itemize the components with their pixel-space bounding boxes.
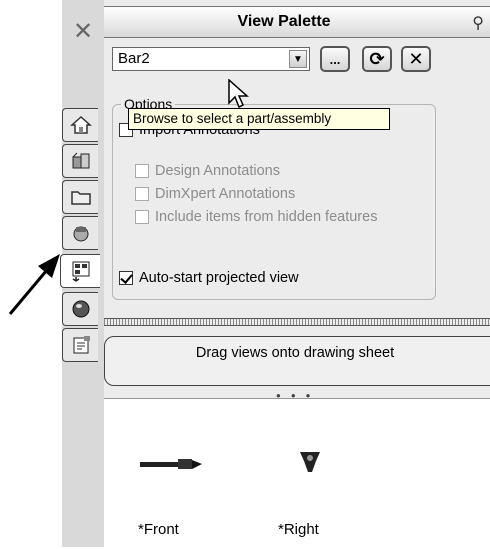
appearance-icon [73,226,88,242]
properties-icon [73,336,90,354]
view-item-front[interactable]: *Front [134,439,224,549]
task-pane-tab-strip: ✕ [60,0,105,547]
view-label-right: *Right [278,521,319,538]
design-annotations-checkbox [135,164,149,178]
tab-file-explorer[interactable] [62,180,98,214]
panel-title: View Palette [237,13,331,30]
chevron-down-icon[interactable]: ▼ [289,50,307,68]
auto-start-option[interactable]: Auto-start projected view [119,270,299,286]
pointer-arrow-icon [8,254,60,315]
close-task-pane-icon[interactable]: ✕ [70,17,96,45]
options-group: Options Import Annotations Design Annota… [112,96,436,300]
tab-view-palette[interactable] [60,254,100,288]
panel-splitter[interactable] [104,318,490,326]
dimxpert-annotations-checkbox [135,187,149,201]
tab-scenes[interactable] [62,292,98,326]
tab-design-library[interactable] [62,144,98,178]
auto-start-label: Auto-start projected view [139,270,299,286]
document-select-value: Bar2 [118,50,150,67]
browse-button[interactable]: ... [320,46,350,72]
view-palette-panel: View Palette ⚲ Bar2 ▼ ... ⟳ ✕ Options Im… [104,0,490,548]
refresh-button[interactable]: ⟳ [362,46,392,72]
auto-start-checkbox[interactable] [119,271,133,285]
dimxpert-annotations-label: DimXpert Annotations [155,186,296,202]
drag-message: Drag views onto drawing sheet [195,345,395,361]
view-palette-icon [72,261,89,282]
pin-icon[interactable]: ⚲ [472,13,484,33]
hidden-features-checkbox [135,210,149,224]
scene-sphere-icon [72,300,89,318]
panel-titlebar: View Palette ⚲ [104,6,490,38]
view-item-right[interactable]: *Right [274,439,364,549]
tab-custom-properties[interactable] [62,328,98,362]
document-select[interactable]: Bar2 ▼ [112,47,310,71]
views-area: *Front *Right [104,398,490,548]
view-label-front: *Front [138,521,179,538]
folder-icon [70,191,91,205]
3d-part-icon [72,152,89,169]
close-icon: ✕ [408,48,424,69]
front-view-thumbnail [140,459,202,469]
mouse-cursor-icon [228,79,249,109]
browse-tooltip: Browse to select a part/assembly [128,108,390,130]
clear-all-button[interactable]: ✕ [401,46,431,72]
right-view-thumbnail [300,452,320,472]
dimxpert-annotations-option: DimXpert Annotations [135,186,295,202]
design-annotations-label: Design Annotations [155,163,280,179]
drag-message-box: Drag views onto drawing sheet [104,336,490,386]
tab-appearances[interactable] [62,216,98,250]
hidden-features-option: Include items from hidden features [135,209,377,225]
home-icon [69,115,92,134]
design-annotations-option: Design Annotations [135,163,280,179]
tab-resources[interactable] [62,108,98,142]
hidden-features-label: Include items from hidden features [155,209,378,225]
refresh-icon: ⟳ [369,48,385,69]
